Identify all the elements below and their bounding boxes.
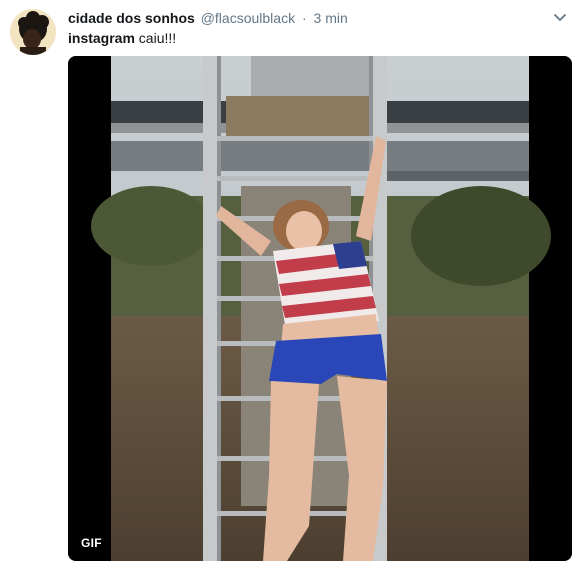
tweet-text: instagram caiu!!! [68,29,176,47]
tweet-text-rest: caiu!!! [134,30,177,46]
timestamp[interactable]: 3 min [314,10,348,26]
tweet-text-bold: instagram [68,30,135,46]
chevron-down-icon[interactable] [552,9,568,25]
gif-media[interactable]: GIF [68,56,572,561]
avatar[interactable] [10,9,56,55]
display-name[interactable]: cidade dos sonhos [68,10,195,26]
separator: · [301,10,307,26]
tweet-header: cidade dos sonhos @flacsoulblack · 3 min [68,9,348,27]
gif-frame [68,56,572,561]
avatar-image [10,9,56,55]
gif-badge: GIF [76,533,107,553]
tweet: cidade dos sonhos @flacsoulblack · 3 min… [0,0,578,569]
user-handle[interactable]: @flacsoulblack [201,10,295,26]
